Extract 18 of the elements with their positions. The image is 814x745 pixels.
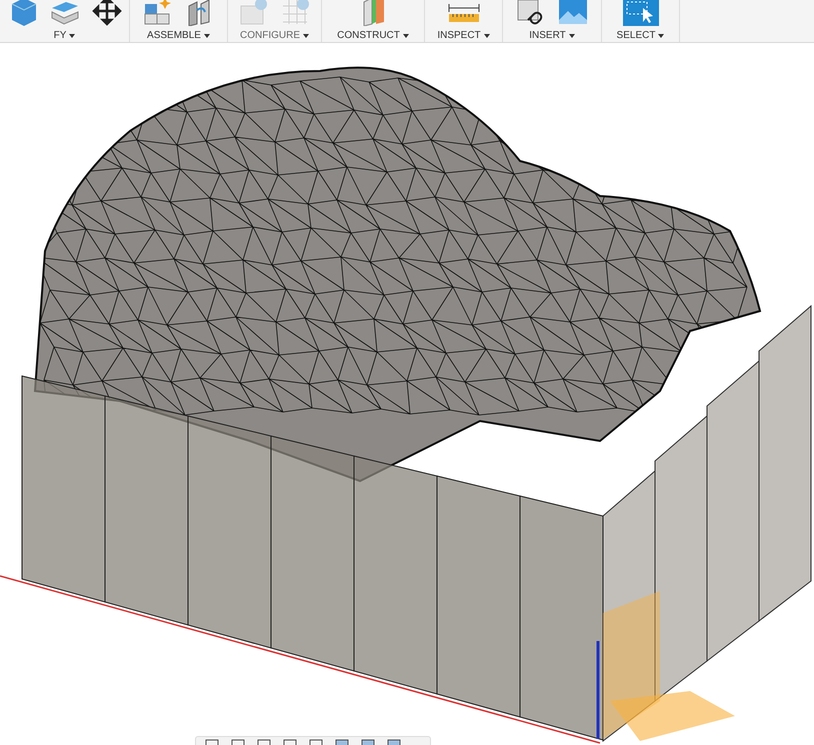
caret-icon [568, 34, 575, 38]
caret-icon [204, 34, 210, 38]
caret-icon [484, 34, 490, 38]
image-icon[interactable] [558, 0, 588, 26]
select-icon[interactable] [622, 0, 658, 26]
toolbar-menu[interactable]: FY [54, 30, 76, 41]
toolbar-menu[interactable]: CONSTRUCT [337, 30, 409, 41]
caret-icon [658, 34, 664, 38]
layers-icon[interactable] [50, 0, 80, 26]
caret-icon [69, 34, 76, 38]
toolbar-menu[interactable]: INSPECT [437, 30, 490, 41]
move-icon[interactable] [92, 0, 122, 26]
component-icon[interactable] [142, 0, 172, 26]
toolbar-menu[interactable]: ASSEMBLE [147, 30, 210, 41]
toolbar-menu[interactable]: SELECT [616, 30, 664, 41]
caret-icon [303, 34, 309, 38]
toolbar-menu[interactable]: INSERT [529, 30, 575, 41]
caret-icon [402, 34, 409, 38]
